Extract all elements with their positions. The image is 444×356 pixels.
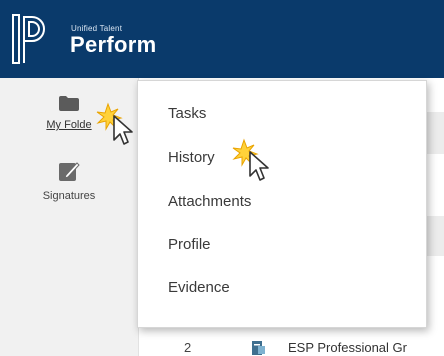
document-icon [252, 341, 265, 355]
menu-item-profile[interactable]: Profile [168, 236, 211, 253]
logo-icon [12, 14, 45, 64]
menu-item-attachments[interactable]: Attachments [168, 193, 251, 210]
menu-item-history[interactable]: History [168, 149, 215, 166]
folder-dropdown-menu: Tasks History Attachments Profile Eviden… [137, 80, 427, 328]
click-cursor-icon [96, 102, 133, 145]
menu-item-tasks[interactable]: Tasks [168, 105, 206, 122]
sidebar-item-signatures[interactable]: Signatures [0, 160, 138, 202]
folder-icon [59, 96, 79, 111]
menu-item-evidence[interactable]: Evidence [168, 279, 230, 296]
click-cursor-icon [232, 138, 269, 181]
brand-title[interactable]: Perform [70, 32, 156, 58]
sidebar-item-label: Signatures [42, 190, 96, 202]
row-number: 2 [184, 340, 192, 355]
row-title[interactable]: ESP Professional Gr [288, 340, 407, 355]
signature-icon [59, 162, 80, 181]
app-header: Unified Talent Perform [0, 0, 444, 78]
